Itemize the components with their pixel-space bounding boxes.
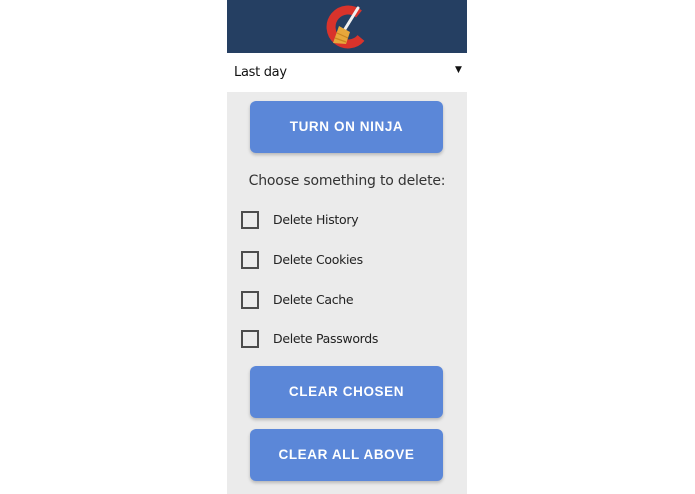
option-delete-cookies[interactable]: Delete Cookies	[241, 250, 441, 270]
option-label: Delete Passwords	[273, 331, 379, 346]
delete-prompt: Choose something to delete:	[248, 173, 446, 189]
delete-history-checkbox[interactable]	[241, 211, 259, 229]
turn-on-ninja-button[interactable]: TURN ON NINJA	[250, 101, 443, 153]
option-label: Delete Cookies	[273, 252, 363, 267]
option-delete-passwords[interactable]: Delete Passwords	[241, 329, 441, 349]
option-label: Delete History	[273, 212, 359, 227]
time-range-select[interactable]: Last day ▼	[227, 53, 467, 92]
option-label: Delete Cache	[273, 292, 354, 307]
header-bar	[227, 0, 467, 53]
time-range-value: Last day	[234, 65, 287, 80]
option-delete-history[interactable]: Delete History	[241, 210, 441, 230]
delete-cache-checkbox[interactable]	[241, 291, 259, 309]
dropdown-arrow-icon: ▼	[455, 65, 462, 75]
option-delete-cache[interactable]: Delete Cache	[241, 290, 441, 310]
delete-passwords-checkbox[interactable]	[241, 330, 259, 348]
clear-chosen-button[interactable]: CLEAR CHOSEN	[250, 366, 443, 418]
extension-popup: Last day ▼ TURN ON NINJA Choose somethin…	[227, 0, 467, 494]
clear-all-above-button[interactable]: CLEAR ALL ABOVE	[250, 429, 443, 481]
delete-cookies-checkbox[interactable]	[241, 251, 259, 269]
ccleaner-logo-icon	[326, 5, 365, 49]
